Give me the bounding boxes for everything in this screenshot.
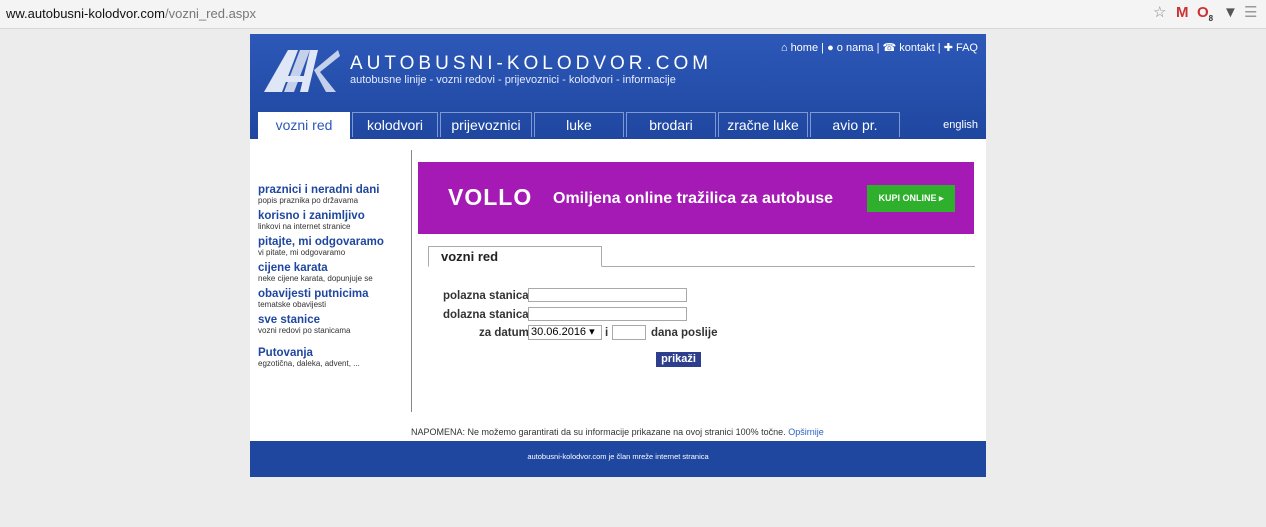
- days-after-input[interactable]: [612, 325, 646, 340]
- url-path: /vozni_red.aspx: [164, 6, 257, 21]
- home-icon: ⌂: [780, 42, 788, 54]
- sidebar-item-title[interactable]: korisno i zanimljivo: [258, 210, 408, 222]
- plus-icon: ✚: [943, 42, 953, 54]
- nav-kontakt-link[interactable]: kontakt: [899, 42, 934, 54]
- tab-kolodvori[interactable]: kolodvori: [352, 112, 438, 137]
- sidebar-item-desc: egzotična, daleka, advent, ...: [258, 359, 360, 368]
- opera-extension-icon[interactable]: O8: [1197, 4, 1213, 28]
- tab-vozni-red[interactable]: vozni red: [258, 112, 350, 139]
- sidebar-item-title[interactable]: obavijesti putnicima: [258, 288, 408, 300]
- sidebar-item-desc: popis praznika po državama: [258, 196, 359, 205]
- sidebar-item-pitajte[interactable]: pitajte, mi odgovaramo vi pitate, mi odgo…: [258, 236, 408, 257]
- sidebar: praznici i neradni dani popis praznika po…: [258, 184, 408, 373]
- nav-separator: |: [876, 42, 880, 54]
- speech-bubble-icon: ●: [827, 42, 834, 54]
- and-label: i: [605, 327, 609, 339]
- date-select[interactable]: 30.06.2016 ▾: [528, 325, 602, 340]
- url-domain: ww.autobusni-kolodvor.com: [6, 6, 165, 21]
- nav-separator: |: [937, 42, 941, 54]
- buy-online-button[interactable]: KUPI ONLINE ▸: [867, 185, 955, 212]
- sidebar-item-putovanja[interactable]: Putovanja egzotična, daleka, advent, ...: [258, 347, 408, 368]
- menu-icon[interactable]: ☰: [1244, 4, 1257, 22]
- tab-zracne-luke[interactable]: zračne luke: [718, 112, 808, 137]
- sidebar-item-title[interactable]: cijene karata: [258, 262, 408, 274]
- bookmark-star-icon[interactable]: ☆: [1153, 4, 1166, 22]
- sidebar-item-title[interactable]: praznici i neradni dani: [258, 184, 408, 196]
- sidebar-item-desc: linkovi na internet stranice: [258, 222, 351, 231]
- url-text[interactable]: ww.autobusni-kolodvor.com/vozni_red.aspx: [6, 6, 256, 21]
- page-container: AUTOBUSNI-KOLODVOR.COM autobusne linije …: [250, 34, 986, 477]
- date-label: za datum: [479, 327, 529, 339]
- sidebar-item-desc: vozni redovi po stanicama: [258, 326, 351, 335]
- disclaimer-text: NAPOMENA: Ne možemo garantirati da su in…: [411, 427, 786, 437]
- tab-luke[interactable]: luke: [534, 112, 624, 137]
- vollo-logo: VOLLO: [448, 184, 533, 210]
- site-brand: AUTOBUSNI-KOLODVOR.COM: [350, 53, 713, 74]
- nav-onama-link[interactable]: o nama: [837, 42, 874, 54]
- vollo-banner[interactable]: VOLLO Omiljena online tražilica za autob…: [418, 162, 974, 234]
- language-link[interactable]: english: [943, 119, 978, 131]
- sidebar-item-desc: neke cijene karata, dopunjuje se: [258, 274, 373, 283]
- form-tab-label: vozni red: [441, 249, 499, 264]
- site-header: AUTOBUSNI-KOLODVOR.COM autobusne linije …: [250, 34, 986, 139]
- sidebar-item-stanice[interactable]: sve stanice vozni redovi po stanicama: [258, 314, 408, 335]
- tab-avio-pr[interactable]: avio pr.: [810, 112, 900, 137]
- site-footer: autobusni-kolodvor.com je član mreže int…: [250, 441, 986, 477]
- phone-icon: ☎: [882, 42, 897, 54]
- show-button[interactable]: prikaži: [656, 352, 701, 367]
- disclaimer-note: NAPOMENA: Ne možemo garantirati da su in…: [411, 427, 824, 437]
- gmail-icon[interactable]: M: [1176, 4, 1189, 22]
- sidebar-item-praznici[interactable]: praznici i neradni dani popis praznika po…: [258, 184, 408, 205]
- form-tab-vozni-red[interactable]: vozni red: [428, 246, 602, 267]
- site-tagline: autobusne linije - vozni redovi - prijev…: [350, 74, 676, 86]
- footer-text: autobusni-kolodvor.com je član mreže int…: [527, 452, 709, 461]
- tab-prijevoznici[interactable]: prijevoznici: [440, 112, 532, 137]
- tab-brodari[interactable]: brodari: [626, 112, 716, 137]
- sidebar-item-korisno[interactable]: korisno i zanimljivo linkovi na internet …: [258, 210, 408, 231]
- sidebar-item-title[interactable]: Putovanja: [258, 347, 408, 359]
- nav-separator: |: [821, 42, 825, 54]
- from-station-input[interactable]: [528, 288, 687, 302]
- to-station-input[interactable]: [528, 307, 687, 321]
- nav-home-link[interactable]: home: [791, 42, 819, 54]
- sidebar-item-title[interactable]: sve stanice: [258, 314, 408, 326]
- browser-address-bar[interactable]: ww.autobusni-kolodvor.com/vozni_red.aspx…: [0, 0, 1266, 29]
- sidebar-item-title[interactable]: pitajte, mi odgovaramo: [258, 236, 408, 248]
- sidebar-item-desc: vi pitate, mi odgovaramo: [258, 248, 346, 257]
- days-after-label: dana poslije: [651, 327, 718, 339]
- from-label: polazna stanica: [443, 290, 529, 302]
- to-label: dolazna stanica: [443, 309, 529, 321]
- top-nav: ⌂ home | ● o nama | ☎ kontakt | ✚ FAQ: [781, 41, 978, 54]
- sidebar-item-obavijesti[interactable]: obavijesti putnicima tematske obavijesti: [258, 288, 408, 309]
- more-link[interactable]: Opširnije: [788, 427, 824, 437]
- sidebar-item-desc: tematske obavijesti: [258, 300, 327, 309]
- banner-slogan: Omiljena online tražilica za autobuse: [553, 190, 834, 207]
- extension-badge: 8: [1208, 14, 1214, 23]
- site-logo-icon[interactable]: [262, 46, 342, 94]
- sidebar-item-cijene[interactable]: cijene karata neke cijene karata, dopunju…: [258, 262, 408, 283]
- pocket-icon[interactable]: ▼: [1223, 4, 1238, 22]
- nav-faq-link[interactable]: FAQ: [956, 42, 978, 54]
- content-divider: [411, 150, 412, 412]
